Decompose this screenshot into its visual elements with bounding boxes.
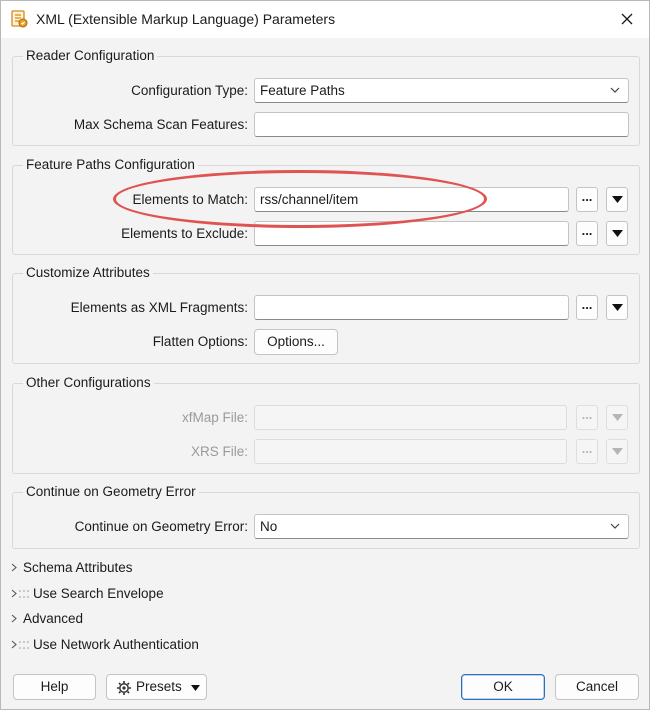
presets-label: Presets bbox=[136, 679, 182, 694]
window-title: XML (Extensible Markup Language) Paramet… bbox=[36, 11, 336, 27]
chevron-right-icon bbox=[11, 614, 17, 623]
checkbox-dots-icon bbox=[19, 641, 29, 649]
elements-to-exclude-menu-button[interactable] bbox=[606, 221, 628, 246]
parameters-dialog: XML (Extensible Markup Language) Paramet… bbox=[0, 0, 650, 710]
xrs-file-label: XRS File: bbox=[190, 444, 248, 459]
configuration-type-label: Configuration Type: bbox=[131, 83, 248, 98]
xfmap-file-browse-button: ... bbox=[576, 405, 598, 430]
triangle-down-icon bbox=[191, 685, 200, 691]
elements-to-match-menu-button[interactable] bbox=[606, 187, 628, 212]
xml-fragments-input[interactable] bbox=[254, 295, 569, 320]
chevron-down-icon bbox=[610, 87, 620, 93]
elements-to-match-browse-button[interactable]: ... bbox=[576, 187, 598, 212]
elements-to-match-input[interactable]: rss/channel/item bbox=[254, 187, 569, 212]
flatten-options-label: Flatten Options: bbox=[152, 334, 248, 349]
help-button[interactable]: Help bbox=[13, 674, 96, 700]
configuration-type-value: Feature Paths bbox=[260, 83, 345, 98]
section-label: Schema Attributes bbox=[23, 560, 133, 575]
max-schema-scan-input[interactable] bbox=[254, 112, 629, 137]
group-title: Reader Configuration bbox=[23, 48, 158, 63]
xrs-file-browse-button: ... bbox=[576, 439, 598, 464]
max-schema-scan-label: Max Schema Scan Features: bbox=[73, 117, 248, 132]
continue-geometry-error-label: Continue on Geometry Error: bbox=[74, 519, 248, 534]
chevron-right-icon bbox=[11, 589, 17, 598]
elements-to-exclude-input[interactable] bbox=[254, 221, 569, 246]
other-configurations-group: Other Configurations xfMap File: ... XRS… bbox=[12, 375, 640, 474]
section-label: Use Network Authentication bbox=[33, 637, 199, 652]
xfmap-file-label: xfMap File: bbox=[181, 410, 248, 425]
chevron-right-icon bbox=[11, 563, 17, 572]
elements-to-exclude-label: Elements to Exclude: bbox=[121, 226, 248, 241]
xml-fragments-menu-button[interactable] bbox=[606, 295, 628, 320]
gear-icon bbox=[117, 681, 131, 695]
continue-geometry-error-select[interactable]: No bbox=[254, 514, 629, 539]
xml-fragments-label: Elements as XML Fragments: bbox=[70, 300, 248, 315]
triangle-down-icon bbox=[612, 414, 623, 421]
chevron-right-icon bbox=[11, 640, 17, 649]
title-bar: XML (Extensible Markup Language) Paramet… bbox=[1, 1, 649, 38]
xfmap-file-input bbox=[254, 405, 567, 430]
group-title: Continue on Geometry Error bbox=[23, 484, 199, 499]
feature-paths-group: Feature Paths Configuration Elements to … bbox=[12, 157, 640, 255]
chevron-down-icon bbox=[610, 523, 620, 529]
triangle-down-icon bbox=[612, 230, 623, 237]
xfmap-file-menu-button bbox=[606, 405, 628, 430]
checkbox-dots-icon bbox=[19, 590, 29, 598]
section-label: Use Search Envelope bbox=[33, 586, 164, 601]
ok-button[interactable]: OK bbox=[461, 674, 545, 700]
reader-configuration-group: Reader Configuration Configuration Type:… bbox=[12, 48, 640, 146]
configuration-type-select[interactable]: Feature Paths bbox=[254, 78, 629, 103]
customize-attributes-group: Customize Attributes Elements as XML Fra… bbox=[12, 265, 640, 364]
xml-fragments-browse-button[interactable]: ... bbox=[576, 295, 598, 320]
xrs-file-input bbox=[254, 439, 567, 464]
elements-to-match-label: Elements to Match: bbox=[132, 192, 248, 207]
group-title: Other Configurations bbox=[23, 375, 154, 390]
group-title: Feature Paths Configuration bbox=[23, 157, 198, 172]
close-icon[interactable] bbox=[615, 7, 639, 31]
section-label: Advanced bbox=[23, 611, 84, 626]
triangle-down-icon bbox=[612, 448, 623, 455]
flatten-options-button[interactable]: Options... bbox=[254, 329, 338, 355]
elements-to-exclude-browse-button[interactable]: ... bbox=[576, 221, 598, 246]
triangle-down-icon bbox=[612, 304, 623, 311]
continue-geometry-error-value: No bbox=[260, 519, 278, 534]
xrs-file-menu-button bbox=[606, 439, 628, 464]
geometry-error-group: Continue on Geometry Error Continue on G… bbox=[12, 484, 640, 549]
cancel-button[interactable]: Cancel bbox=[555, 674, 639, 700]
fme-reader-icon bbox=[11, 10, 28, 28]
triangle-down-icon bbox=[612, 196, 623, 203]
group-title: Customize Attributes bbox=[23, 265, 153, 280]
presets-button[interactable]: Presets bbox=[106, 674, 207, 700]
